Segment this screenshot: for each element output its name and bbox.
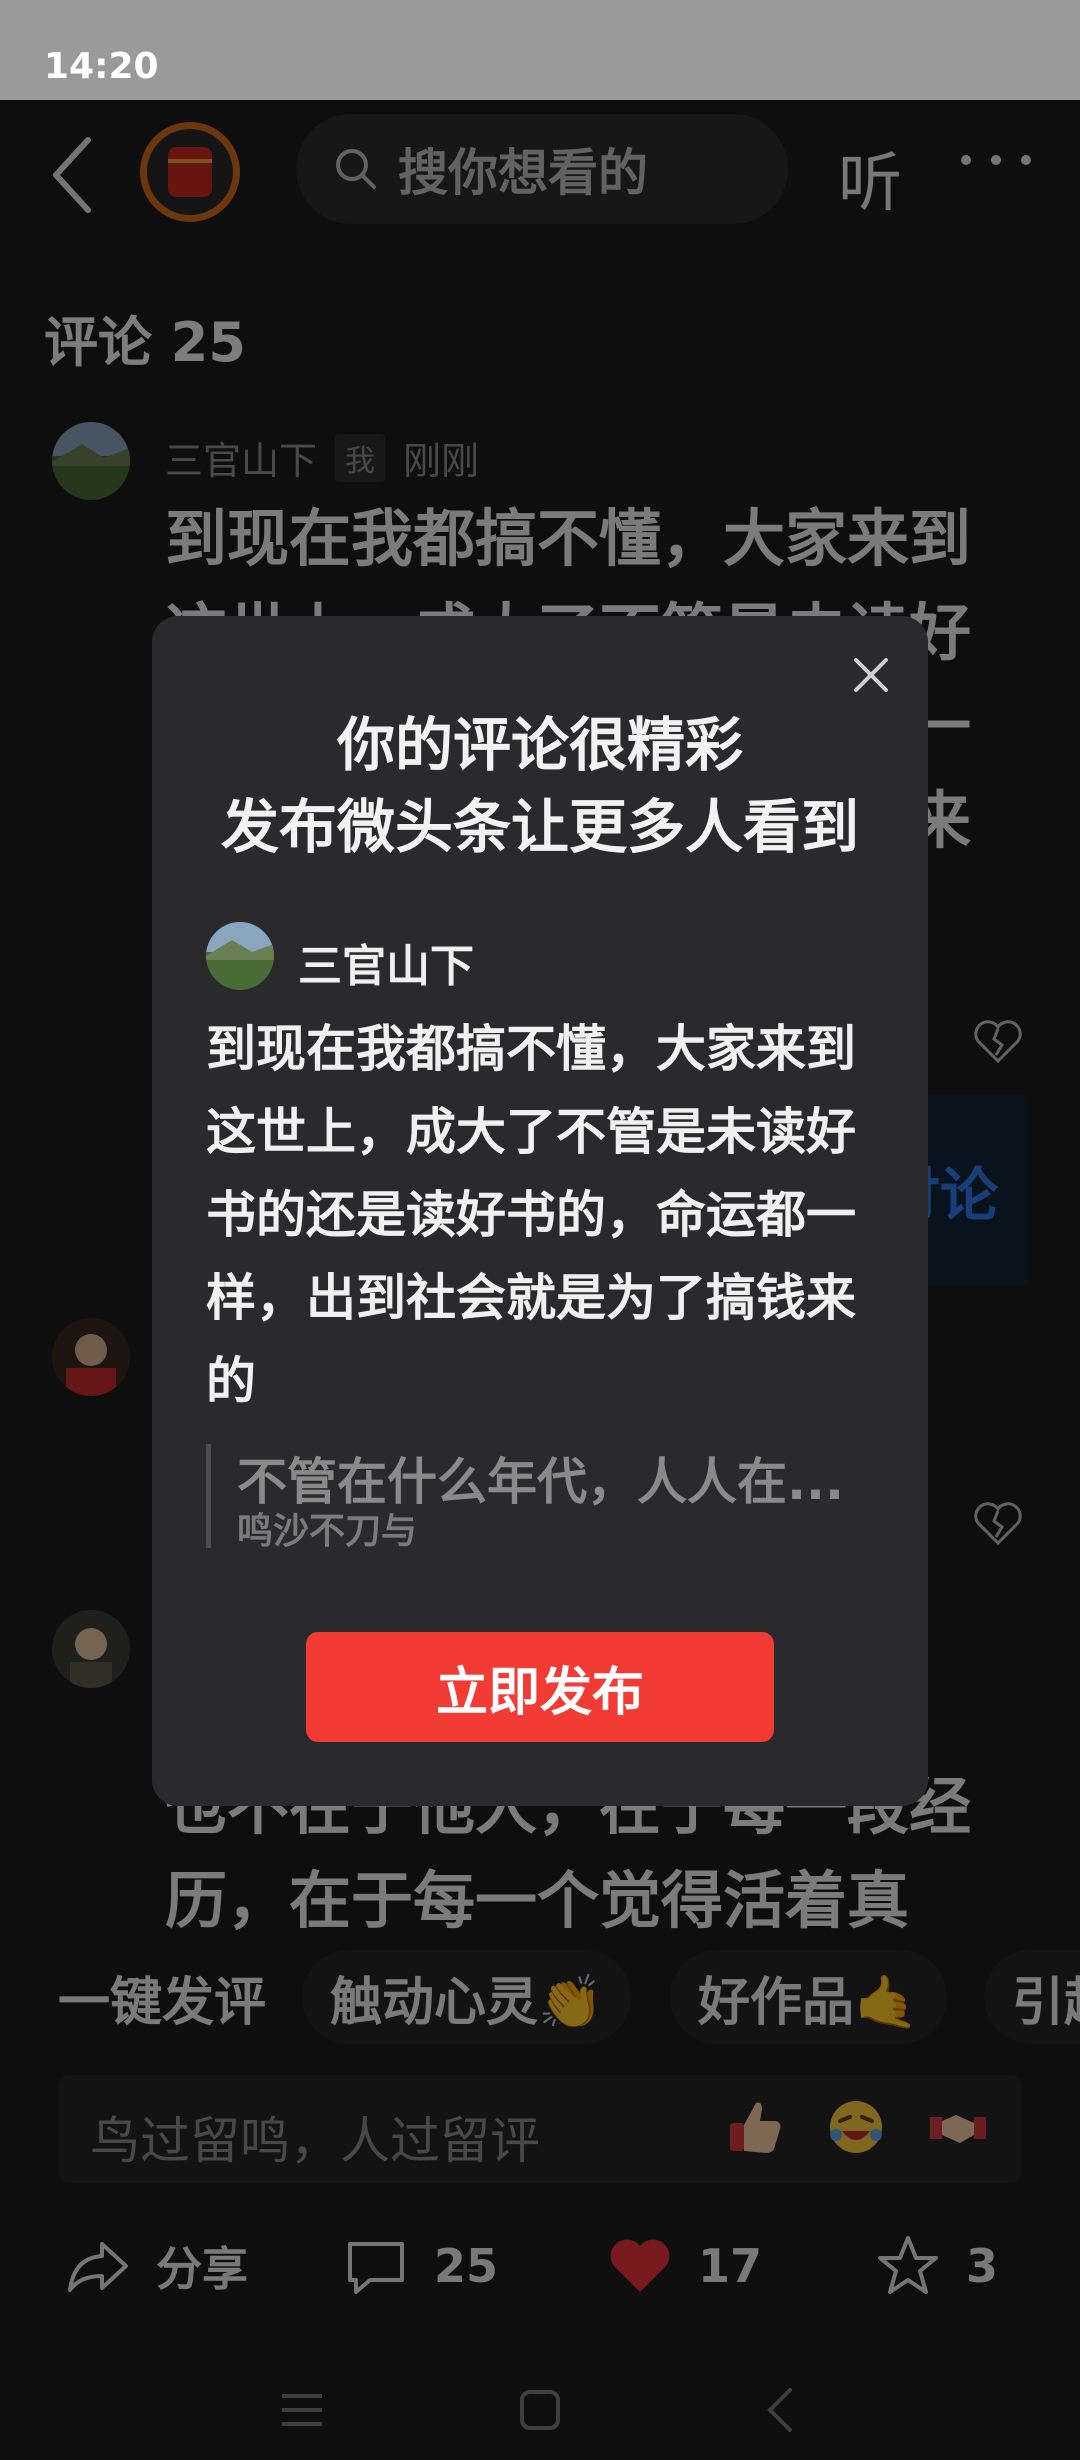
publish-button[interactable]: 立即发布 xyxy=(306,1632,774,1742)
dialog-title: 你的评论很精彩 发布微头条让更多人看到 xyxy=(152,704,928,868)
quote-text: 不管在什么年代，人人在... xyxy=(237,1453,844,1511)
dialog-comment-text: 到现在我都搞不懂，大家来到这世上，成大了不管是未读好书的还是读好书的，命运都一样… xyxy=(206,1020,856,1410)
status-time: 14:20 xyxy=(44,46,159,87)
close-icon[interactable] xyxy=(850,654,892,696)
avatar xyxy=(206,922,274,990)
quoted-article: 不管在什么年代，人人在... 鸣沙不刀与 xyxy=(206,1444,896,1548)
quote-author: 鸣沙不刀与 xyxy=(237,1511,418,1549)
dialog-title-line1: 你的评论很精彩 xyxy=(336,711,743,779)
dialog-username: 三官山下 xyxy=(298,941,474,992)
dialog-title-line2: 发布微头条让更多人看到 xyxy=(220,793,859,861)
status-bar: 14:20 xyxy=(0,0,1080,100)
publish-dialog: 你的评论很精彩 发布微头条让更多人看到 三官山下 到现在我都搞不懂，大家来到这世… xyxy=(152,616,928,1806)
